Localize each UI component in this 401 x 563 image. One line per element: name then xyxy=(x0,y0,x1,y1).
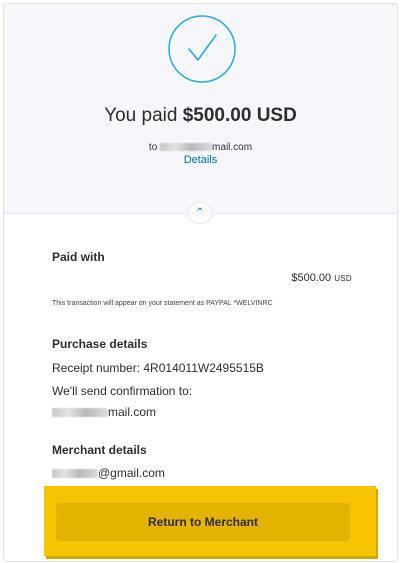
redacted-email xyxy=(52,469,98,479)
paid-with-amount-row: $500.00 USD xyxy=(291,272,352,284)
merchant-email: @gmail.com xyxy=(52,466,165,480)
receipt-number: Receipt number: 4R014011W2495515B xyxy=(52,361,264,375)
return-to-merchant-button[interactable]: Return to Merchant xyxy=(56,503,350,541)
payment-confirmation-card: You paid $500.00 USD to mail.com Details… xyxy=(3,3,398,562)
headline-prefix: You paid xyxy=(104,105,178,126)
payment-headline: You paid $500.00 USD xyxy=(4,105,397,127)
checkmark-circle-icon xyxy=(168,15,236,83)
recipient-prefix: to xyxy=(148,142,158,153)
confirmation-email: mail.com xyxy=(52,405,156,419)
merchant-email-suffix: @gmail.com xyxy=(98,466,165,480)
redacted-email xyxy=(160,143,213,152)
confirmation-label: We'll send confirmation to: xyxy=(52,384,193,398)
payment-summary-panel: You paid $500.00 USD to mail.com Details xyxy=(4,4,397,214)
purchase-details-title: Purchase details xyxy=(52,337,148,351)
recipient-email-suffix: mail.com xyxy=(212,142,253,153)
paid-with-currency: USD xyxy=(334,274,352,283)
paid-amount: $500.00 USD xyxy=(182,105,297,126)
paid-with-amount: $500.00 xyxy=(291,272,332,284)
chevron-up-icon: ⌃ xyxy=(195,207,205,218)
details-link[interactable]: Details xyxy=(4,154,397,166)
paid-with-title: Paid with xyxy=(52,250,105,264)
confirmation-email-suffix: mail.com xyxy=(108,405,157,419)
recipient-line: to mail.com xyxy=(4,142,397,153)
redacted-email xyxy=(52,408,108,418)
statement-note: This transaction will appear on your sta… xyxy=(52,300,273,307)
merchant-details-title: Merchant details xyxy=(52,443,147,457)
collapse-toggle[interactable]: ⌃ xyxy=(187,202,213,224)
